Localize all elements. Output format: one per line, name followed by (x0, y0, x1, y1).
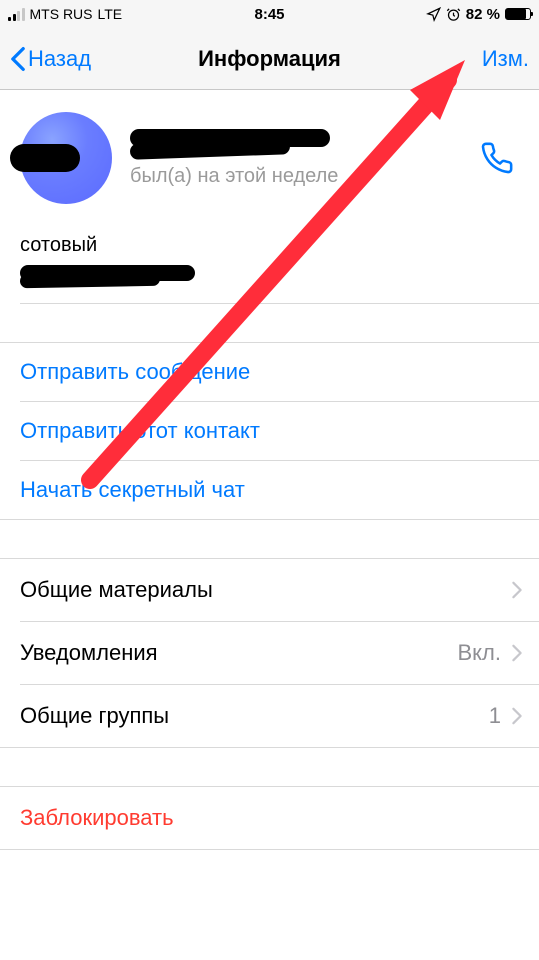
phone-type-label: сотовый (20, 234, 519, 257)
phone-icon (480, 141, 514, 175)
avatar[interactable] (20, 112, 112, 204)
block-user-button[interactable]: Заблокировать (0, 787, 539, 849)
shared-media-label: Общие материалы (20, 577, 213, 603)
groups-label: Общие группы (20, 703, 169, 729)
back-label: Назад (28, 46, 91, 72)
status-left: MTS RUS LTE (8, 6, 122, 22)
redaction-mark (10, 144, 80, 172)
divider (20, 303, 539, 304)
actions-group: Отправить сообщение Отправить этот конта… (0, 342, 539, 520)
groups-row[interactable]: Общие группы 1 (0, 685, 539, 747)
phone-number-redacted[interactable] (20, 261, 250, 287)
chevron-right-icon (511, 707, 523, 725)
carrier-label: MTS RUS (30, 6, 93, 22)
settings-group: Общие материалы Уведомления Вкл. Общие г… (0, 558, 539, 748)
last-seen-label: был(а) на этой неделе (130, 165, 475, 188)
network-label: LTE (98, 6, 123, 22)
notifications-value: Вкл. (458, 640, 502, 666)
status-bar: MTS RUS LTE 8:45 82 % (0, 0, 539, 28)
groups-count: 1 (489, 703, 501, 729)
alarm-icon (446, 7, 461, 22)
chevron-right-icon (511, 644, 523, 662)
battery-pct-label: 82 % (466, 6, 500, 23)
contact-name-redacted (130, 129, 350, 159)
secret-chat-button[interactable]: Начать секретный чат (0, 461, 539, 519)
shared-media-row[interactable]: Общие материалы (0, 559, 539, 621)
chevron-left-icon (10, 46, 26, 72)
divider (0, 747, 539, 748)
profile-header: был(а) на этой неделе (0, 90, 539, 226)
signal-icon (8, 8, 25, 21)
page-title: Информация (198, 46, 341, 72)
send-message-button[interactable]: Отправить сообщение (0, 343, 539, 401)
edit-button[interactable]: Изм. (482, 46, 529, 72)
divider (0, 849, 539, 850)
block-group: Заблокировать (0, 786, 539, 850)
clock-label: 8:45 (254, 6, 284, 23)
notifications-label: Уведомления (20, 640, 158, 666)
back-button[interactable]: Назад (10, 46, 91, 72)
battery-icon (505, 8, 531, 20)
nav-bar: Назад Информация Изм. (0, 28, 539, 90)
chevron-right-icon (511, 581, 523, 599)
send-contact-button[interactable]: Отправить этот контакт (0, 402, 539, 460)
location-icon (426, 7, 441, 22)
status-right: 82 % (426, 6, 531, 23)
divider (0, 519, 539, 520)
call-button[interactable] (475, 136, 519, 180)
phone-section: сотовый (0, 226, 539, 303)
notifications-row[interactable]: Уведомления Вкл. (0, 622, 539, 684)
